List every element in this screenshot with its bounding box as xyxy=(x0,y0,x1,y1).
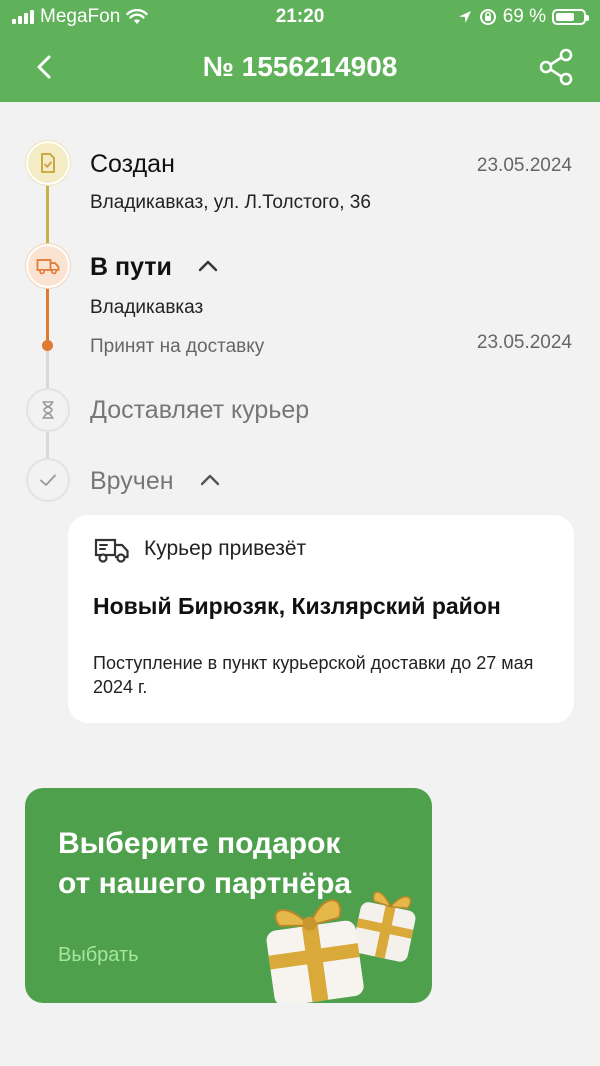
document-check-icon xyxy=(41,153,55,173)
step-delivered-title: Вручен xyxy=(90,467,174,495)
page-title: № 1556214908 xyxy=(202,51,398,82)
timeline-connector xyxy=(46,184,49,244)
courier-card-title: Курьер привезёт xyxy=(144,537,307,560)
step-created-node xyxy=(26,141,70,185)
rotation-lock-icon xyxy=(479,9,496,25)
step-delivered-node xyxy=(26,458,70,502)
step-created-address: Владикавказ, ул. Л.Толстого, 36 xyxy=(90,192,371,213)
collapse-chevron-icon[interactable] xyxy=(197,259,219,273)
step-in-transit-event: Принят на доставку xyxy=(90,336,265,357)
app-header: MegaFon 21:20 69 % № 1556214908 xyxy=(0,0,600,102)
delivery-address: Новый Бирюзяк, Кизлярский район xyxy=(93,593,501,619)
status-bar: MegaFon 21:20 69 % xyxy=(0,0,600,34)
timeline-connector xyxy=(46,350,49,388)
timeline-connector xyxy=(46,288,49,344)
step-created-title: Создан xyxy=(90,150,175,178)
partner-gift-banner[interactable]: Выберите подарок от нашего партнёра Выбр… xyxy=(25,788,432,1003)
step-created-date: 23.05.2024 xyxy=(476,155,572,176)
step-courier-title: Доставляет курьер xyxy=(90,396,310,424)
timeline-connector xyxy=(46,432,49,458)
battery-icon xyxy=(552,9,589,25)
step-in-transit-location: Владикавказ xyxy=(90,297,204,318)
step-in-transit-title: В пути xyxy=(90,253,172,281)
hourglass-icon xyxy=(42,401,54,419)
share-button[interactable] xyxy=(538,48,574,86)
collapse-chevron-icon[interactable] xyxy=(199,473,221,487)
check-icon xyxy=(40,474,56,486)
step-courier-node xyxy=(26,388,70,432)
event-dot xyxy=(42,340,53,351)
location-arrow-icon xyxy=(458,11,471,23)
truck-icon xyxy=(94,538,129,563)
battery-percent: 69 % xyxy=(502,6,546,27)
choose-gift-link[interactable]: Выбрать xyxy=(58,944,139,967)
courier-delivery-card: Курьер привезёт Новый Бирюзяк, Кизлярски… xyxy=(68,515,574,723)
truck-icon xyxy=(36,259,60,275)
gift-boxes-illustration xyxy=(266,891,416,1003)
step-in-transit-node xyxy=(26,244,70,288)
step-in-transit-date: 23.05.2024 xyxy=(476,332,572,353)
delivery-info: Поступление в пункт курьерской доставки … xyxy=(93,653,534,697)
